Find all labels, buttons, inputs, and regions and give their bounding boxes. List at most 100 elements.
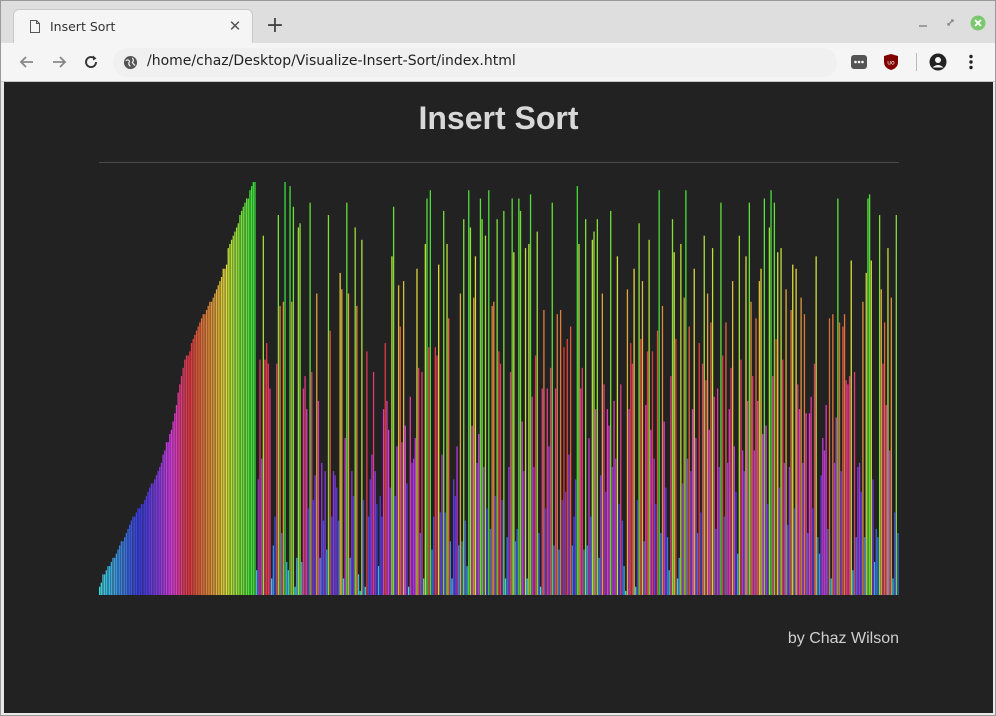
restore-icon[interactable] [943,15,959,31]
bar [740,359,742,595]
bar [264,359,266,595]
bar [548,446,550,595]
bar [302,388,305,595]
back-arrow-icon[interactable] [17,52,37,72]
bar [132,516,134,595]
bar [618,504,620,595]
profile-icon[interactable] [929,53,947,71]
bar [513,252,515,595]
bar [691,409,694,595]
bar [645,405,647,595]
bar [292,206,295,595]
bar [790,310,792,595]
globe-icon[interactable] [123,55,138,70]
bar [476,462,478,595]
close-icon[interactable]: ✕ [227,18,243,34]
author-credit: by Chaz Wilson [787,630,899,647]
bar [424,243,426,595]
bar [237,223,239,595]
bar [665,487,667,595]
bar [381,516,383,595]
bar [434,347,436,595]
bar [297,227,300,595]
bar [438,264,440,595]
bar [229,243,231,595]
bar [404,425,406,595]
bar [616,256,619,595]
bar [770,190,772,595]
bar [281,533,283,595]
bar [341,289,343,595]
bar [484,235,487,595]
bar [633,268,635,595]
chat-bubble-icon[interactable] [850,53,868,71]
bar [519,210,522,595]
bar [897,533,899,595]
bar [449,541,452,595]
url-text[interactable]: /home/chaz/Desktop/Visualize-Insert-Sort… [147,53,516,69]
bar [747,400,749,595]
bar [828,318,831,595]
bar [653,458,655,595]
bar [538,533,540,595]
bar [838,322,841,595]
bar [464,520,467,595]
bar [772,376,774,595]
bar [635,586,637,595]
bar [269,388,271,595]
new-tab-button[interactable]: + [263,15,287,39]
bar [683,297,685,595]
bar [539,586,542,595]
bar [568,454,570,595]
bar [586,545,588,595]
tab-insert-sort[interactable]: Insert Sort ✕ [13,9,253,43]
bar [291,301,293,595]
bar [878,215,881,595]
bar [444,512,447,595]
bar [528,243,530,595]
bar [423,578,425,595]
bar [802,462,804,595]
bar [873,561,876,595]
bar [701,363,704,595]
bar [805,413,807,595]
bar [466,566,468,595]
bar [419,533,421,595]
window-close-icon[interactable] [970,15,986,31]
bar [441,454,443,595]
address-bar[interactable]: /home/chaz/Desktop/Visualize-Insert-Sort… [113,48,837,77]
bar [332,471,335,595]
bar [448,318,450,595]
bar [888,450,891,595]
bar [713,396,715,595]
bar [117,549,119,595]
bar [491,305,493,595]
bar [760,268,762,595]
forward-arrow-icon[interactable] [49,52,69,72]
ublock-icon[interactable]: uo [882,53,900,71]
bar [885,405,887,595]
bar [777,252,779,595]
bar [605,491,607,595]
bar [890,297,892,595]
bar [815,256,817,595]
bar [210,301,213,595]
bar [755,318,757,595]
reload-icon[interactable] [81,52,101,72]
bar [718,466,720,595]
bar [250,186,253,595]
bar [249,190,251,595]
minimize-icon[interactable] [915,15,931,31]
bar [401,442,403,595]
bar [686,458,689,595]
bar [312,500,315,595]
bar [478,433,480,595]
bar [793,508,796,595]
bar [800,297,802,595]
bar [376,504,378,595]
bar [428,347,430,595]
kebab-menu-icon[interactable] [962,53,980,71]
bar [499,363,502,595]
bar [387,429,390,595]
bar [326,549,328,595]
